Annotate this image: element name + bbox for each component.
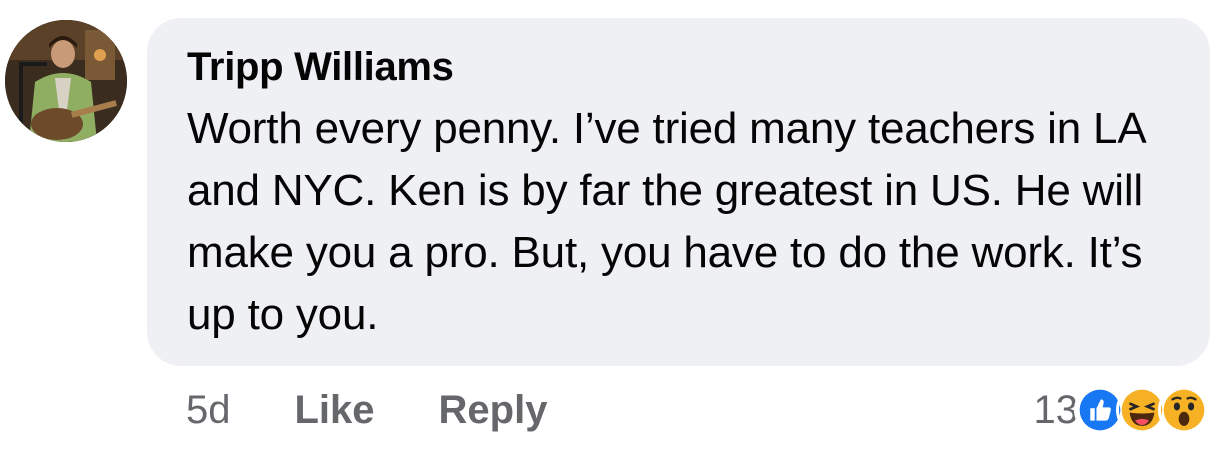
comment-bubble: Tripp Williams Worth every penny. I’ve t… xyxy=(147,18,1210,366)
reaction-count: 13 xyxy=(1033,387,1079,432)
reactions-summary[interactable]: 13 xyxy=(1033,382,1210,438)
like-button[interactable]: Like xyxy=(295,388,375,433)
reply-button[interactable]: Reply xyxy=(439,388,548,433)
avatar[interactable] xyxy=(5,20,127,142)
comment-timestamp[interactable]: 5d xyxy=(186,388,231,433)
comment-text: Worth every penny. I’ve tried many teach… xyxy=(187,104,1145,339)
comment-actions: 5d Like Reply xyxy=(186,382,547,438)
wow-icon xyxy=(1158,384,1210,436)
avatar-image xyxy=(5,20,127,142)
comment: Tripp Williams Worth every penny. I’ve t… xyxy=(0,0,1228,459)
comment-author[interactable]: Tripp Williams xyxy=(187,42,1170,92)
